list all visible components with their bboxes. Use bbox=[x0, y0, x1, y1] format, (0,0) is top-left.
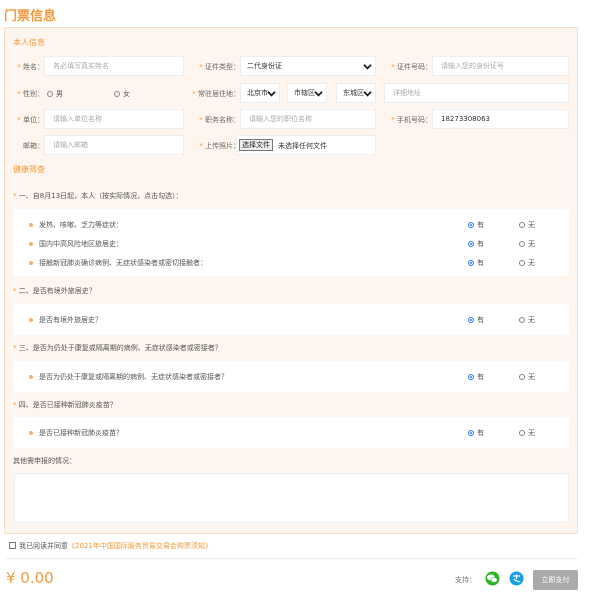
chevron-down-icon bbox=[267, 91, 276, 97]
email-label: 邮箱： bbox=[23, 142, 44, 150]
radio-checked-icon bbox=[468, 430, 474, 436]
name-input[interactable]: 务必填写真实姓名 bbox=[44, 56, 184, 76]
option-yes[interactable]: 有 bbox=[468, 315, 484, 325]
province-select[interactable]: 北京市 bbox=[240, 83, 280, 103]
question-item: 是否已接种新冠肺炎疫苗？ bbox=[29, 428, 123, 438]
section-personal-title: 本人信息 bbox=[13, 38, 45, 47]
question-title: 一、自8月13日起，本人（按实际情况，点击勾选）： bbox=[18, 192, 183, 200]
bullet-icon bbox=[29, 242, 33, 246]
question-title: 三、是否为仍处于康复或隔离期的病例、无症状感染者或密接者？ bbox=[18, 344, 222, 352]
company-label: 单位： bbox=[23, 116, 44, 124]
company-input[interactable]: 请输入单位名称 bbox=[44, 109, 184, 129]
radio-icon bbox=[519, 222, 525, 228]
total-price: ¥ 0.00 bbox=[6, 569, 54, 587]
question-item: 接触新冠肺炎确诊病例、无症状感染者或密切接触者： bbox=[29, 258, 207, 268]
option-no[interactable]: 无 bbox=[519, 372, 535, 382]
bullet-icon bbox=[29, 223, 33, 227]
section-health-title: 健康筛查 bbox=[13, 165, 45, 174]
phone-label: 手机号码： bbox=[397, 116, 432, 124]
radio-icon bbox=[519, 430, 525, 436]
radio-icon bbox=[519, 374, 525, 380]
bullet-icon bbox=[29, 375, 33, 379]
chevron-down-icon bbox=[363, 91, 372, 97]
option-no[interactable]: 无 bbox=[519, 258, 535, 268]
gender-male-option[interactable]: 男 bbox=[47, 89, 63, 99]
question-title: 二、是否有境外旅居史？ bbox=[18, 287, 96, 295]
bullet-icon bbox=[29, 318, 33, 322]
question-item: 国内中高风险地区旅居史： bbox=[29, 239, 123, 249]
id-type-label: 证件类型： bbox=[205, 63, 240, 71]
radio-icon bbox=[519, 241, 525, 247]
photo-label: 上传照片： bbox=[205, 142, 240, 150]
option-yes[interactable]: 有 bbox=[468, 372, 484, 382]
question-title: 四、是否已接种新冠肺炎疫苗？ bbox=[18, 401, 117, 409]
pay-now-button[interactable]: 立即支付 bbox=[533, 570, 578, 590]
wechat-pay-icon[interactable] bbox=[485, 571, 500, 586]
address-detail-input[interactable]: 详细地址 bbox=[384, 83, 569, 103]
name-label: 姓名： bbox=[23, 63, 44, 71]
city-select[interactable]: 市辖区 bbox=[287, 83, 327, 103]
bullet-icon bbox=[29, 431, 33, 435]
option-yes[interactable]: 有 bbox=[468, 428, 484, 438]
id-number-label: 证件号码： bbox=[397, 63, 432, 71]
job-input[interactable]: 请输入您的职位名称 bbox=[240, 109, 376, 129]
option-no[interactable]: 无 bbox=[519, 428, 535, 438]
question-item: 是否为仍处于康复或隔离期的病例、无症状感染者或密接者？ bbox=[29, 372, 228, 382]
option-no[interactable]: 无 bbox=[519, 315, 535, 325]
district-select[interactable]: 东城区 bbox=[336, 83, 376, 103]
option-yes[interactable]: 有 bbox=[468, 258, 484, 268]
radio-checked-icon bbox=[468, 317, 474, 323]
option-yes[interactable]: 有 bbox=[468, 239, 484, 249]
ticket-form-panel bbox=[4, 27, 578, 534]
option-yes[interactable]: 有 bbox=[468, 220, 484, 230]
option-no[interactable]: 无 bbox=[519, 239, 535, 249]
option-no[interactable]: 无 bbox=[519, 220, 535, 230]
radio-icon bbox=[519, 260, 525, 266]
file-status: 未选择任何文件 bbox=[278, 142, 327, 150]
phone-input[interactable]: 18273308063 bbox=[432, 109, 569, 129]
address-label: 常驻居住地： bbox=[198, 90, 240, 98]
support-label: 支持： bbox=[455, 576, 476, 584]
id-type-select[interactable]: 二代身份证 bbox=[240, 56, 376, 76]
id-number-input[interactable]: 请输入您的身份证号 bbox=[432, 56, 569, 76]
divider bbox=[6, 558, 578, 559]
radio-icon bbox=[519, 317, 525, 323]
other-label: 其他需申报的情况： bbox=[13, 457, 76, 465]
gender-female-option[interactable]: 女 bbox=[114, 89, 130, 99]
choose-file-button[interactable]: 选择文件 bbox=[239, 139, 273, 151]
chevron-down-icon bbox=[314, 91, 323, 97]
page-title: 门票信息 bbox=[4, 9, 57, 24]
radio-icon bbox=[47, 91, 53, 97]
job-label: 职务名称： bbox=[205, 116, 240, 124]
email-input[interactable]: 请输入邮箱 bbox=[44, 135, 184, 155]
agree-checkbox[interactable] bbox=[9, 542, 16, 549]
other-textarea[interactable] bbox=[14, 473, 569, 523]
radio-checked-icon bbox=[468, 374, 474, 380]
radio-checked-icon bbox=[468, 241, 474, 247]
radio-icon bbox=[114, 91, 120, 97]
question-item: 是否有境外旅居史？ bbox=[29, 315, 102, 325]
gender-label: 性别： bbox=[23, 90, 44, 98]
alipay-icon[interactable] bbox=[509, 571, 524, 586]
radio-checked-icon bbox=[468, 260, 474, 266]
bullet-icon bbox=[29, 261, 33, 265]
agree-text: 我已阅读并同意 bbox=[19, 542, 68, 550]
agree-link[interactable]: 《2021年中国国际服务贸易交易会购票须知》 bbox=[68, 542, 212, 550]
chevron-down-icon bbox=[363, 64, 372, 70]
question-item: 发热、咳嗽、乏力等症状： bbox=[29, 220, 123, 230]
radio-checked-icon bbox=[468, 222, 474, 228]
